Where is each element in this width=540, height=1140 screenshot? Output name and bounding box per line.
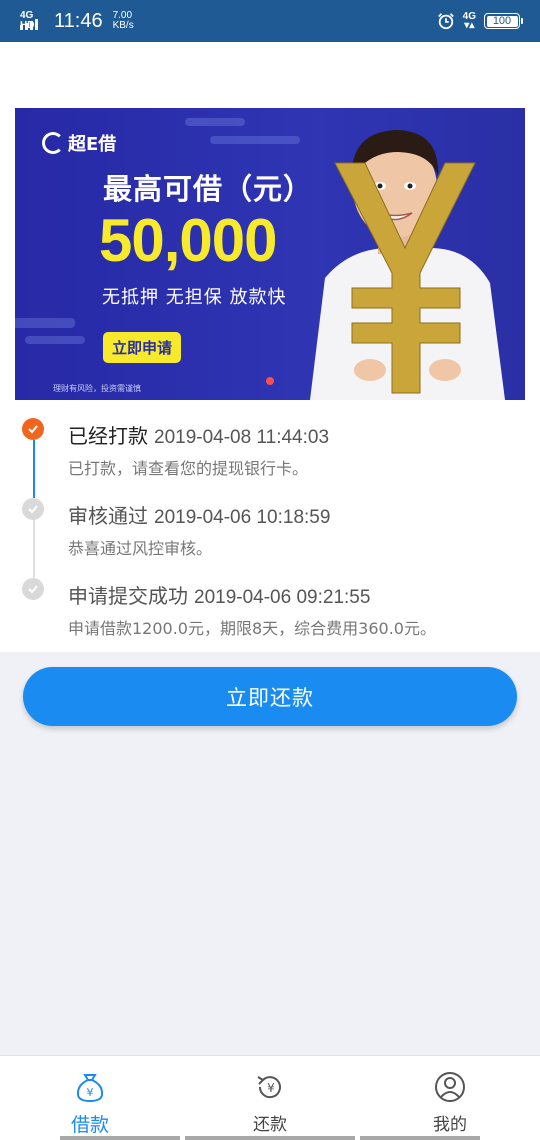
check-icon [22, 578, 44, 600]
status-bar: 4G HD 11:46 7.00 KB/s 4G ▾▴ 100 [0, 0, 540, 42]
bottom-tab-bar: ¥ 借款 ¥ 还款 我的 [0, 1055, 540, 1140]
step-time: 2019-04-06 09:21:55 [194, 587, 371, 608]
tab-repay[interactable]: ¥ 还款 [180, 1056, 360, 1140]
step-time: 2019-04-08 11:44:03 [154, 427, 330, 448]
tab-label: 借款 [70, 1114, 109, 1136]
step-description: 已打款，请查看您的提现银行卡。 [68, 459, 309, 478]
user-profile-icon [433, 1070, 467, 1104]
repay-cycle-icon: ¥ [253, 1070, 287, 1104]
timeline-connector [33, 520, 35, 578]
network-speed: 7.00 KB/s [112, 10, 134, 31]
svg-text:¥: ¥ [267, 1081, 275, 1095]
signal-icon: 4G HD [20, 10, 48, 32]
banner-subline: 无抵押 无担保 放款快 [102, 287, 287, 308]
check-icon [22, 498, 44, 520]
money-bag-icon: ¥ [73, 1070, 107, 1104]
alarm-icon [437, 13, 454, 30]
network-4g-icon: 4G ▾▴ [462, 11, 476, 31]
tab-label: 我的 [433, 1115, 467, 1135]
promo-banner[interactable]: 超E借 最高可借（元） 50,000 无抵押 无担保 放款快 立即申请 理财有风… [15, 108, 525, 400]
banner-apply-button[interactable]: 立即申请 [103, 332, 181, 363]
carousel-indicator[interactable] [266, 377, 274, 385]
check-icon [22, 418, 44, 440]
banner-disclaimer: 理财有风险，投资需谨慎 [53, 384, 141, 393]
step-title: 已经打款 [68, 424, 148, 448]
repay-now-button[interactable]: 立即还款 [23, 667, 517, 726]
banner-amount: 50,000 [99, 207, 278, 274]
step-title: 审核通过 [68, 504, 148, 528]
tab-mine[interactable]: 我的 [360, 1056, 540, 1140]
banner-person-with-yen-illustration [310, 130, 505, 400]
step-time: 2019-04-06 10:18:59 [154, 507, 331, 528]
svg-text:¥: ¥ [87, 1086, 94, 1099]
banner-logo: 超E借 [42, 130, 116, 156]
timeline-connector-active [33, 440, 35, 498]
step-description: 恭喜通过风控审核。 [68, 539, 213, 558]
clock: 11:46 [54, 9, 103, 32]
tab-label: 还款 [253, 1115, 287, 1135]
step-title: 申请提交成功 [68, 584, 188, 608]
battery-icon: 100 [484, 13, 523, 29]
brand-logo-icon [42, 132, 64, 154]
step-description: 申请借款1200.0元，期限8天，综合费用360.0元。 [68, 619, 436, 638]
tab-borrow[interactable]: ¥ 借款 [0, 1056, 180, 1140]
battery-level: 100 [492, 15, 512, 27]
